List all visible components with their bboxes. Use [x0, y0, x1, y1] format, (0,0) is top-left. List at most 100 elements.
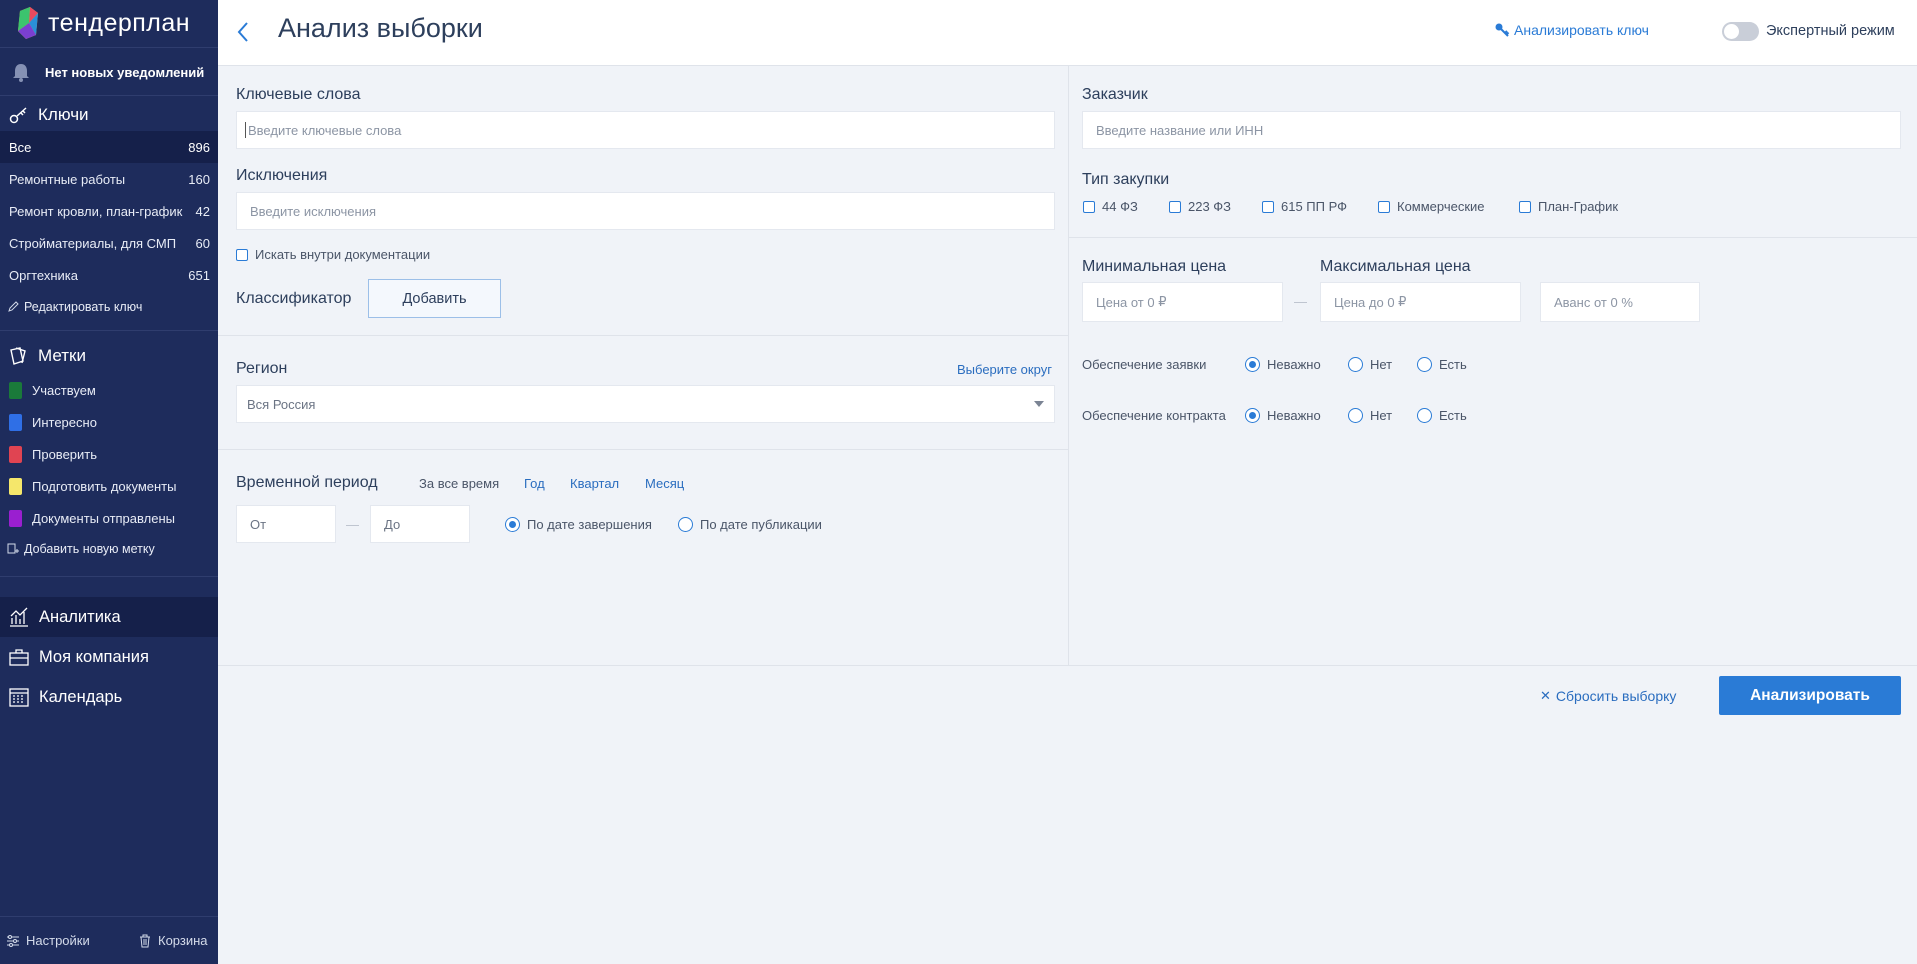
logo-icon: [18, 7, 38, 39]
divider: [218, 449, 1068, 450]
radio-contract-security-yes[interactable]: Есть: [1417, 408, 1467, 423]
search-docs-checkbox[interactable]: Искать внутри документации: [236, 247, 430, 262]
radio-contract-security-no[interactable]: Нет: [1348, 408, 1392, 423]
radio-label: Есть: [1439, 357, 1467, 372]
exclusions-placeholder: Введите исключения: [250, 203, 377, 219]
checkbox-box: [1262, 200, 1274, 213]
key-icon: [9, 107, 27, 124]
divider: [0, 916, 218, 917]
tag-label: Документы отправлены: [32, 510, 175, 526]
radio-bid-security-yes[interactable]: Есть: [1417, 357, 1467, 372]
nav-analytics[interactable]: Аналитика: [0, 597, 218, 637]
radio-button: [505, 517, 520, 532]
radio-by-publication-date[interactable]: По дате публикации: [678, 517, 822, 532]
checkbox-box: [1083, 200, 1095, 213]
range-dash: —: [1294, 294, 1307, 309]
tag-item[interactable]: Интересно: [9, 406, 97, 438]
checkbox-223fz[interactable]: 223 ФЗ: [1169, 199, 1231, 214]
radio-button: [1348, 408, 1363, 423]
radio-button: [1348, 357, 1363, 372]
date-from-input[interactable]: От: [236, 505, 336, 543]
brand-name: тендерплан: [48, 8, 191, 37]
key-item[interactable]: Ремонт кровли, план-график 42: [0, 195, 218, 227]
tag-item[interactable]: Подготовить документы: [9, 470, 176, 502]
tag-item[interactable]: Участвуем: [9, 374, 96, 406]
reset-selection-button[interactable]: ✕ Сбросить выборку: [1540, 688, 1676, 704]
period-all-time[interactable]: За все время: [419, 476, 499, 491]
settings-link[interactable]: Настройки: [6, 933, 90, 948]
radio-by-end-date[interactable]: По дате завершения: [505, 517, 652, 532]
max-price-input[interactable]: Цена до 0 ₽: [1320, 282, 1521, 322]
pencil-icon: [8, 301, 19, 312]
calendar-icon: [9, 688, 29, 707]
tag-color-swatch: [9, 509, 22, 527]
keywords-input[interactable]: Введите ключевые слова: [236, 111, 1055, 149]
radio-contract-security-any[interactable]: Неважно: [1245, 408, 1321, 423]
tag-label: Проверить: [32, 446, 98, 462]
checkbox-label: 223 ФЗ: [1188, 199, 1232, 214]
tag-color-swatch: [9, 413, 22, 431]
nav-company[interactable]: Моя компания: [0, 637, 218, 677]
purchase-type-label: Тип закупки: [1082, 171, 1170, 188]
analytics-icon: [10, 607, 28, 627]
settings-label: Настройки: [26, 933, 90, 948]
panel-divider: [1068, 65, 1069, 665]
exclusions-input[interactable]: Введите исключения: [236, 192, 1055, 230]
key-item-label: Оргтехника: [9, 267, 78, 283]
radio-button: [1245, 357, 1260, 372]
key-item[interactable]: Стройматериалы, для СМП 60: [0, 227, 218, 259]
analyze-key-link[interactable]: Анализировать ключ: [1494, 22, 1649, 38]
add-tag-link[interactable]: Добавить новую метку: [7, 542, 155, 556]
reset-label: Сбросить выборку: [1555, 688, 1677, 704]
key-item-count: 160: [188, 171, 210, 187]
keys-header[interactable]: Ключи: [8, 104, 89, 126]
checkbox-plan-schedule[interactable]: План-График: [1519, 199, 1618, 214]
tag-color-swatch: [9, 445, 22, 463]
region-select[interactable]: Вся Россия: [236, 385, 1055, 423]
key-item-all[interactable]: Все 896: [0, 131, 218, 163]
add-classifier-button[interactable]: Добавить: [368, 279, 501, 318]
divider: [1069, 237, 1917, 238]
keywords-placeholder: Введите ключевые слова: [248, 122, 402, 138]
checkbox-box: [1169, 200, 1181, 213]
edit-key-link[interactable]: Редактировать ключ: [7, 300, 142, 314]
divider: [0, 95, 218, 96]
tags-header[interactable]: Метки: [8, 345, 86, 367]
currency-sign: ₽: [1158, 294, 1167, 309]
analyze-button[interactable]: Анализировать: [1719, 676, 1901, 715]
notifications[interactable]: Нет новых уведомлений: [10, 60, 204, 84]
tag-item[interactable]: Документы отправлены: [9, 502, 175, 534]
date-to-placeholder: До: [384, 516, 401, 532]
key-item-label: Стройматериалы, для СМП: [9, 235, 177, 251]
key-item[interactable]: Ремонтные работы 160: [0, 163, 218, 195]
date-to-input[interactable]: До: [370, 505, 470, 543]
tag-item[interactable]: Проверить: [9, 438, 97, 470]
chevron-down-icon[interactable]: [1034, 401, 1044, 407]
advance-value: 0: [1610, 294, 1618, 310]
key-item[interactable]: Оргтехника 651: [0, 259, 218, 291]
min-price-input[interactable]: Цена от 0 ₽: [1082, 282, 1283, 322]
divider: [0, 576, 218, 577]
period-month[interactable]: Месяц: [645, 476, 684, 491]
period-year[interactable]: Год: [524, 476, 545, 491]
back-arrow-icon[interactable]: [236, 20, 250, 44]
edit-key-label: Редактировать ключ: [24, 300, 143, 314]
period-quarter[interactable]: Квартал: [570, 476, 619, 491]
checkbox-44fz[interactable]: 44 ФЗ: [1083, 199, 1138, 214]
radio-bid-security-any[interactable]: Неважно: [1245, 357, 1321, 372]
radio-label: Есть: [1439, 408, 1467, 423]
radio-bid-security-no[interactable]: Нет: [1348, 357, 1392, 372]
page-title: Анализ выборки: [278, 13, 483, 43]
customer-input[interactable]: Введите название или ИНН: [1082, 111, 1901, 149]
trash-link[interactable]: Корзина: [138, 933, 208, 948]
logo[interactable]: тендерплан: [16, 6, 190, 40]
key-item-label: Ремонтные работы: [9, 171, 126, 187]
checkbox-615pp[interactable]: 615 ПП РФ: [1262, 199, 1347, 214]
exclusions-label: Исключения: [236, 167, 328, 184]
nav-calendar[interactable]: Календарь: [0, 677, 218, 717]
expert-mode-toggle[interactable]: [1722, 22, 1759, 41]
checkbox-commercial[interactable]: Коммерческие: [1378, 199, 1485, 214]
advance-input[interactable]: Аванс от 0 %: [1540, 282, 1700, 322]
select-district-link[interactable]: Выберите округ: [957, 362, 1052, 377]
radio-label: Неважно: [1267, 357, 1321, 372]
